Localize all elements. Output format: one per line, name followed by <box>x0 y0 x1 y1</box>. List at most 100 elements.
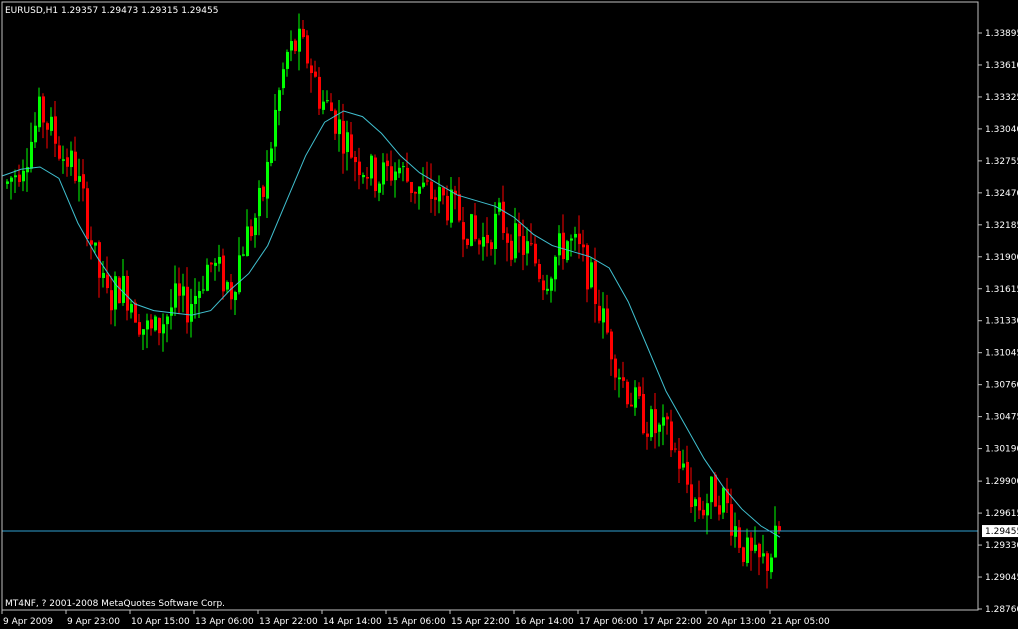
bear-candle <box>502 201 505 233</box>
chart-background <box>0 0 1018 629</box>
bull-candle <box>146 320 149 330</box>
bull-candle <box>26 167 29 173</box>
bear-candle <box>742 547 745 562</box>
bear-candle <box>474 215 477 240</box>
bull-candle <box>526 241 529 254</box>
bull-candle <box>570 238 573 241</box>
bear-candle <box>18 174 21 183</box>
bear-candle <box>462 222 465 240</box>
y-tick-label: 1.29330 <box>985 541 1018 551</box>
bear-candle <box>690 484 693 508</box>
x-tick-label: 15 Apr 22:00 <box>451 617 510 627</box>
bull-candle <box>242 254 245 256</box>
y-tick-label: 1.33895 <box>985 29 1018 39</box>
bull-candle <box>298 28 301 52</box>
bull-candle <box>14 175 17 178</box>
y-tick-label: 1.32755 <box>985 157 1018 167</box>
bull-candle <box>234 292 237 301</box>
bear-candle <box>390 166 393 181</box>
bull-candle <box>226 282 229 290</box>
bull-candle <box>770 557 773 573</box>
bear-candle <box>750 537 753 551</box>
bear-candle <box>178 283 181 296</box>
bear-candle <box>90 240 93 245</box>
bear-candle <box>766 553 769 571</box>
bear-candle <box>250 226 253 237</box>
bull-candle <box>62 159 65 161</box>
bull-candle <box>498 202 501 212</box>
bear-candle <box>674 448 677 450</box>
bull-candle <box>694 499 697 507</box>
bull-candle <box>258 187 261 217</box>
bear-candle <box>702 509 705 516</box>
bull-candle <box>254 217 257 236</box>
bear-candle <box>66 157 69 167</box>
x-tick-label: 21 Apr 05:00 <box>771 617 830 627</box>
bull-candle <box>746 537 749 563</box>
bull-candle <box>658 424 661 432</box>
bear-candle <box>342 120 345 154</box>
copyright-text: MT4NF, ? 2001-2008 MetaQuotes Software C… <box>5 599 225 609</box>
bear-candle <box>542 280 545 291</box>
bear-candle <box>434 197 437 200</box>
price-chart[interactable]: 1.29455 1.33895 1.33610 1.33325 1.33040 1.32… <box>0 0 1018 629</box>
x-tick-label: 15 Apr 06:00 <box>387 617 446 627</box>
bear-candle <box>622 377 625 381</box>
bear-candle <box>150 319 153 329</box>
bull-candle <box>774 525 777 558</box>
bull-candle <box>662 417 665 426</box>
bear-candle <box>302 28 305 38</box>
y-tick-label: 1.31330 <box>985 317 1018 327</box>
bull-candle <box>322 101 325 110</box>
bull-candle <box>394 171 397 181</box>
bull-candle <box>590 262 593 288</box>
bull-candle <box>574 233 577 238</box>
bear-candle <box>222 255 225 292</box>
bull-candle <box>130 304 133 313</box>
bear-candle <box>678 450 681 469</box>
bear-candle <box>582 244 585 248</box>
bear-candle <box>778 526 781 532</box>
bear-candle <box>478 240 481 245</box>
bear-candle <box>410 181 413 193</box>
bull-candle <box>450 189 453 223</box>
bear-candle <box>758 543 761 558</box>
bear-candle <box>534 243 537 264</box>
bear-candle <box>642 393 645 434</box>
bear-candle <box>46 123 49 130</box>
bull-candle <box>398 167 401 174</box>
bear-candle <box>698 497 701 511</box>
bull-candle <box>6 181 9 184</box>
bear-candle <box>74 151 77 181</box>
bear-candle <box>330 102 333 111</box>
bear-candle <box>486 234 489 244</box>
bear-candle <box>106 274 109 289</box>
bear-candle <box>426 180 429 182</box>
bull-candle <box>214 262 217 266</box>
bear-candle <box>530 243 533 245</box>
bull-candle <box>278 90 281 111</box>
x-tick-label: 9 Apr 23:00 <box>67 617 120 627</box>
bear-candle <box>714 474 717 507</box>
bear-candle <box>318 76 321 109</box>
bull-candle <box>346 132 349 153</box>
y-tick-label: 1.31900 <box>985 253 1018 263</box>
bull-candle <box>378 183 381 193</box>
bull-candle <box>618 377 621 380</box>
bull-candle <box>162 324 165 334</box>
bear-candle <box>594 261 597 305</box>
x-tick-label: 13 Apr 22:00 <box>259 617 318 627</box>
bear-candle <box>510 240 513 260</box>
y-tick-label: 1.29900 <box>985 477 1018 487</box>
bull-candle <box>38 96 41 128</box>
bear-candle <box>614 358 617 378</box>
bull-candle <box>238 255 241 293</box>
bear-candle <box>334 110 337 134</box>
bull-candle <box>78 176 81 182</box>
chart-header: EURUSD,H1 1.29357 1.29473 1.29315 1.2945… <box>5 6 218 16</box>
bull-candle <box>326 100 329 102</box>
bull-candle <box>362 175 365 178</box>
bull-candle <box>30 141 33 169</box>
bear-candle <box>110 290 113 311</box>
bull-candle <box>286 51 289 69</box>
